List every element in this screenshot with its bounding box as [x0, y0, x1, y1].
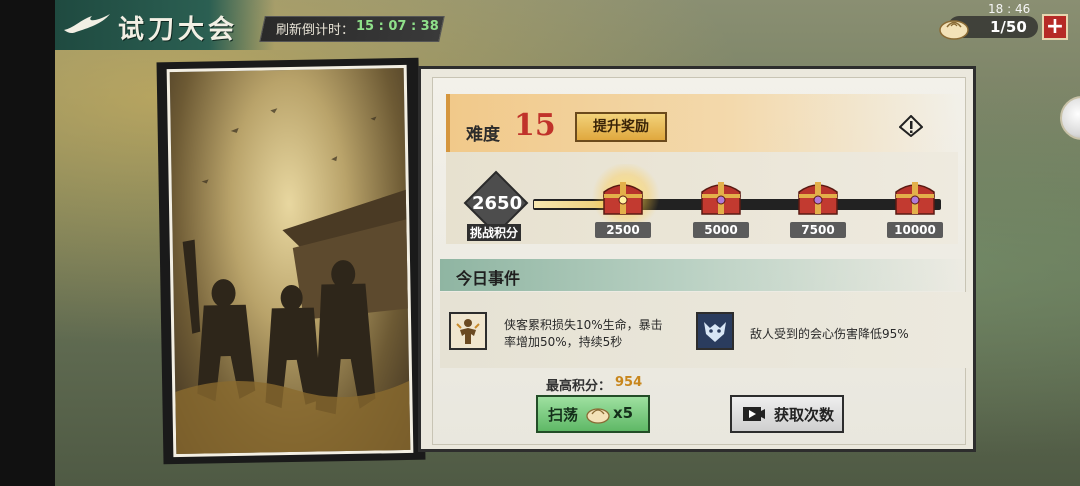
difficulty-value: 15: [514, 108, 556, 143]
video-icon: [743, 407, 765, 421]
difficulty-label: 难度: [466, 125, 500, 145]
left-edge: [0, 0, 55, 486]
challenge-score-label: 挑战积分: [467, 224, 522, 241]
reward-chest-icon[interactable]: [892, 176, 938, 218]
reward-chest-icon[interactable]: [600, 176, 646, 218]
timer-value: 15 : 07 : 38: [356, 19, 439, 34]
events-title: 今日事件: [456, 269, 521, 288]
challenge-score: 2650: [472, 193, 523, 214]
event-1-line-2: 率增加50%，持续5秒: [504, 335, 623, 349]
event-2-line-1: 敌人受到的会心伤害降低95%: [750, 327, 909, 341]
warriors-illustration: [175, 108, 414, 458]
clock: 18 : 46: [988, 2, 1031, 16]
reward-chest-icon[interactable]: [698, 176, 744, 218]
reward-chest-icon[interactable]: [795, 176, 841, 218]
add-resource-button[interactable]: +: [1042, 14, 1068, 40]
page-title: 试刀大会: [118, 15, 239, 45]
event-artwork: [166, 64, 414, 458]
event-1-line-1: 侠客累积损失10%生命，暴击: [504, 318, 663, 332]
upgrade-reward-button[interactable]: 提升奖励: [575, 112, 667, 142]
milestone-label: 5000: [693, 222, 749, 238]
milestone-label: 10000: [887, 222, 943, 238]
get-attempts-label: 获取次数: [774, 406, 835, 424]
sweep-cost: x5: [613, 404, 634, 422]
sweep-button-label: 扫荡: [548, 406, 579, 424]
crane-logo-icon: [64, 14, 110, 34]
best-score-value: 954: [615, 375, 643, 390]
milestone-label: 7500: [790, 222, 846, 238]
warning-icon[interactable]: [899, 115, 923, 137]
wolf-crest-icon: [696, 312, 734, 350]
best-score-label: 最高积分：: [546, 379, 612, 394]
steamed-bun-icon: [586, 408, 610, 424]
resource-count: 1/50: [990, 18, 1027, 36]
timer-label: 刷新倒计时：: [276, 23, 355, 38]
milestone-label: 2500: [595, 222, 651, 238]
steamed-bun-icon: [939, 20, 969, 40]
hero-power-icon: [449, 312, 487, 350]
